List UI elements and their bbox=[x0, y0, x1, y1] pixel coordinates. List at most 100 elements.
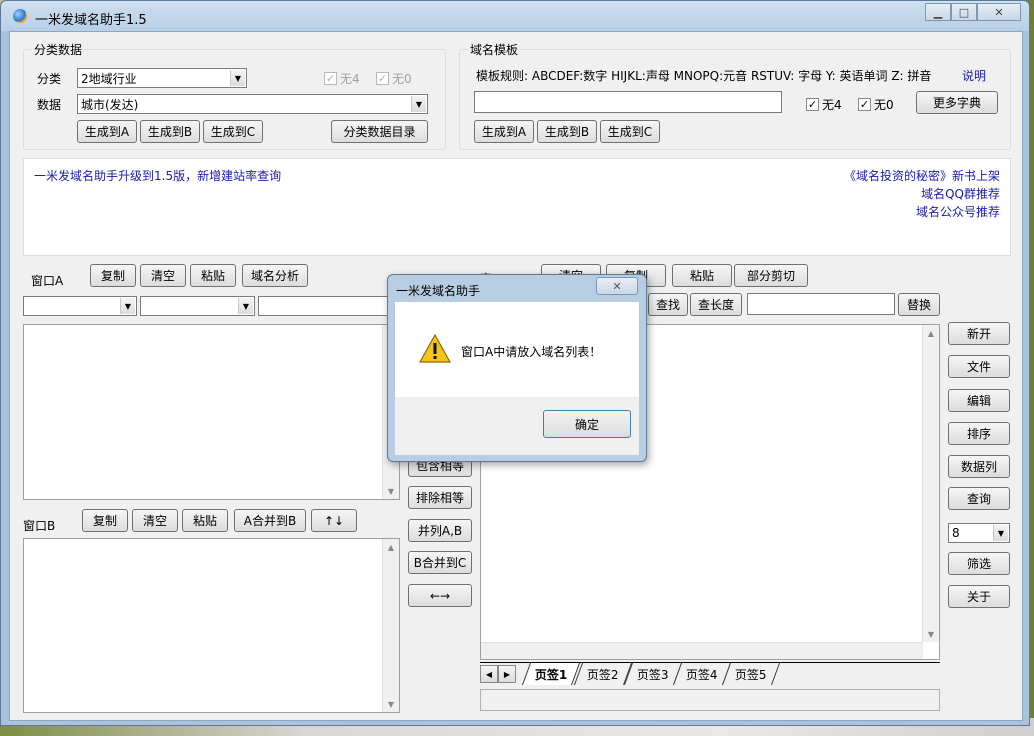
tab-1[interactable]: 页签1 bbox=[521, 663, 581, 685]
window-a-textarea[interactable]: ▲ ▼ bbox=[23, 324, 400, 500]
window-c-hscrollbar[interactable] bbox=[481, 642, 923, 659]
find-button[interactable]: 查找 bbox=[648, 293, 688, 316]
window-a-clear-button[interactable]: 清空 bbox=[140, 264, 186, 287]
chevron-down-icon: ▼ bbox=[230, 70, 245, 86]
wechat-link[interactable]: 域名公众号推荐 bbox=[844, 203, 1000, 221]
checkbox-box: ✓ bbox=[376, 72, 389, 85]
parallel-ab-button[interactable]: 并列A,B bbox=[408, 519, 472, 542]
window-a-filter-input[interactable] bbox=[258, 296, 398, 316]
window-a-analyze-button[interactable]: 域名分析 bbox=[242, 264, 308, 287]
swap-button[interactable]: ←→ bbox=[408, 584, 472, 607]
category-group: 分类数据 分类 2地域行业 ▼ ✓ 无4 ✓ 无0 数据 城市(发达) ▼ 生成… bbox=[23, 41, 446, 150]
minimize-button[interactable]: ▁ bbox=[925, 3, 951, 21]
data-column-button[interactable]: 数据列 bbox=[948, 455, 1010, 478]
scroll-down-icon[interactable]: ▼ bbox=[383, 696, 399, 712]
category-select-value: 2地域行业 bbox=[81, 71, 137, 86]
data-select-value: 城市(发达) bbox=[81, 97, 139, 112]
maximize-button[interactable]: □ bbox=[951, 3, 977, 21]
template-input[interactable] bbox=[474, 91, 782, 113]
window-title: 一米发域名助手1.5 bbox=[35, 13, 147, 28]
checkbox-box: ✓ bbox=[806, 98, 819, 111]
dialog-title: 一米发域名助手 bbox=[396, 284, 481, 298]
data-label: 数据 bbox=[37, 98, 62, 112]
notice-left-link[interactable]: 一米发域名助手升级到1.5版，新增建站率查询 bbox=[34, 167, 281, 184]
help-link[interactable]: 说明 bbox=[962, 67, 986, 84]
template-gen-c-button[interactable]: 生成到C bbox=[600, 120, 660, 143]
book-link[interactable]: 《域名投资的秘密》新书上架 bbox=[844, 167, 1000, 185]
window-a-filter-select-2[interactable]: ▼ bbox=[140, 296, 255, 316]
query-button[interactable]: 查询 bbox=[948, 487, 1010, 510]
tab-4-label: 页签4 bbox=[686, 667, 718, 682]
category-no0-checkbox[interactable]: ✓ 无0 bbox=[376, 70, 412, 87]
tab-prev-icon[interactable]: ◀ bbox=[480, 665, 498, 683]
window-b-textarea[interactable]: ▲ ▼ bbox=[23, 538, 400, 713]
chevron-down-icon: ▼ bbox=[238, 298, 253, 314]
window-b-clear-button[interactable]: 清空 bbox=[132, 509, 178, 532]
file-button[interactable]: 文件 bbox=[948, 355, 1010, 378]
alert-dialog: 一米发域名助手 ✕ 窗口A中请放入域名列表！ 确定 bbox=[387, 274, 647, 462]
window-c-vscrollbar[interactable]: ▲ ▼ bbox=[922, 325, 939, 642]
window-b-scrollbar[interactable]: ▲ ▼ bbox=[382, 539, 399, 712]
replace-button[interactable]: 替换 bbox=[898, 293, 940, 316]
window-a-label: 窗口A bbox=[31, 274, 64, 288]
category-label: 分类 bbox=[37, 72, 62, 86]
about-button[interactable]: 关于 bbox=[948, 585, 1010, 608]
more-dict-button[interactable]: 更多字典 bbox=[916, 91, 998, 114]
merge-b-c-button[interactable]: B合并到C bbox=[408, 551, 472, 574]
tab-next-icon[interactable]: ▶ bbox=[498, 665, 516, 683]
title-bar[interactable]: 一米发域名助手1.5 ▁ □ ✕ bbox=[1, 1, 1029, 31]
app-icon bbox=[13, 9, 27, 23]
category-gen-b-button[interactable]: 生成到B bbox=[140, 120, 200, 143]
find-length-button[interactable]: 查长度 bbox=[690, 293, 742, 316]
window-b-paste-button[interactable]: 粘贴 bbox=[182, 509, 228, 532]
scroll-up-icon[interactable]: ▲ bbox=[383, 539, 399, 555]
status-bar bbox=[480, 689, 940, 711]
window-b-updown-button[interactable]: ↑↓ bbox=[311, 509, 357, 532]
warning-icon bbox=[419, 334, 451, 363]
scroll-down-icon[interactable]: ▼ bbox=[923, 626, 939, 642]
checkbox-box: ✓ bbox=[324, 72, 337, 85]
window-b-merge-button[interactable]: A合并到B bbox=[234, 509, 306, 532]
window-b-copy-button[interactable]: 复制 bbox=[82, 509, 128, 532]
template-gen-b-button[interactable]: 生成到B bbox=[537, 120, 597, 143]
checkbox-box: ✓ bbox=[858, 98, 871, 111]
scroll-down-icon[interactable]: ▼ bbox=[383, 483, 399, 499]
data-select[interactable]: 城市(发达) ▼ bbox=[77, 94, 428, 114]
new-button[interactable]: 新开 bbox=[948, 322, 1010, 345]
dialog-close-button[interactable]: ✕ bbox=[596, 277, 638, 295]
category-select[interactable]: 2地域行业 ▼ bbox=[77, 68, 247, 88]
chevron-down-icon: ▼ bbox=[411, 96, 426, 112]
edit-button[interactable]: 编辑 bbox=[948, 389, 1010, 412]
count-select[interactable]: 8 ▼ bbox=[948, 523, 1010, 543]
notice-panel: 一米发域名助手升级到1.5版，新增建站率查询 《域名投资的秘密》新书上架 域名Q… bbox=[23, 158, 1011, 256]
window-a-paste-button[interactable]: 粘贴 bbox=[190, 264, 236, 287]
category-no4-label: 无4 bbox=[340, 72, 360, 86]
window-a-copy-button[interactable]: 复制 bbox=[90, 264, 136, 287]
template-no4-checkbox[interactable]: ✓ 无4 bbox=[806, 96, 842, 113]
window-a-filter-select-1[interactable]: ▼ bbox=[23, 296, 137, 316]
tab-5[interactable]: 页签5 bbox=[721, 663, 780, 685]
replace-input[interactable] bbox=[747, 293, 895, 315]
tab-2[interactable]: 页签2 bbox=[573, 663, 632, 685]
template-no0-checkbox[interactable]: ✓ 无0 bbox=[858, 96, 894, 113]
category-gen-a-button[interactable]: 生成到A bbox=[77, 120, 137, 143]
category-gen-c-button[interactable]: 生成到C bbox=[203, 120, 263, 143]
window-c-partial-cut-button[interactable]: 部分剪切 bbox=[734, 264, 808, 287]
count-select-value: 8 bbox=[952, 526, 960, 540]
template-rules: 模板规则: ABCDEF:数字 HIJKL:声母 MNOPQ:元音 RSTUV:… bbox=[476, 69, 932, 83]
window-c-paste-button[interactable]: 粘贴 bbox=[672, 264, 732, 287]
dialog-ok-button[interactable]: 确定 bbox=[543, 410, 631, 438]
dialog-body: 窗口A中请放入域名列表！ 确定 bbox=[395, 302, 639, 455]
exclude-equal-button[interactable]: 排除相等 bbox=[408, 486, 472, 509]
tab-2-label: 页签2 bbox=[587, 667, 619, 682]
sort-button[interactable]: 排序 bbox=[948, 422, 1010, 445]
filter-button[interactable]: 筛选 bbox=[948, 552, 1010, 575]
tab-3-label: 页签3 bbox=[637, 667, 669, 682]
category-dir-button[interactable]: 分类数据目录 bbox=[331, 120, 428, 143]
close-button[interactable]: ✕ bbox=[977, 3, 1021, 21]
template-gen-a-button[interactable]: 生成到A bbox=[474, 120, 534, 143]
scroll-up-icon[interactable]: ▲ bbox=[923, 325, 939, 341]
chevron-down-icon: ▼ bbox=[993, 525, 1008, 541]
category-no4-checkbox[interactable]: ✓ 无4 bbox=[324, 70, 360, 87]
qq-group-link[interactable]: 域名QQ群推荐 bbox=[844, 185, 1000, 203]
